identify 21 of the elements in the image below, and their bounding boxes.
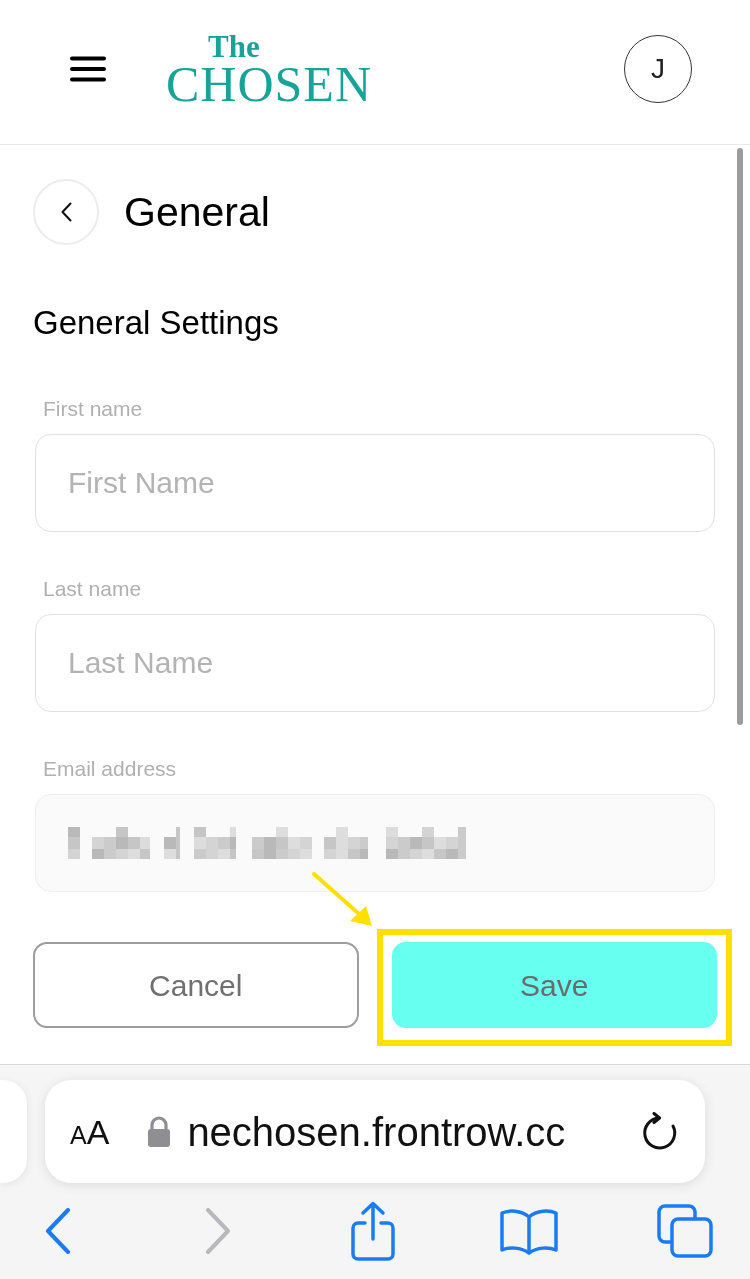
text-size-button[interactable]: AA [70, 1114, 110, 1149]
field-label: Email address [43, 757, 178, 781]
menu-icon[interactable] [70, 56, 106, 82]
section-heading: General Settings [33, 303, 280, 343]
share-icon[interactable] [349, 1201, 397, 1261]
book-icon[interactable] [499, 1207, 559, 1255]
url-text[interactable]: nechosen.frontrow.cc [187, 1107, 566, 1156]
save-button[interactable]: Save [391, 942, 717, 1028]
address-bar[interactable]: AA nechosen.frontrow.cc [45, 1080, 705, 1183]
input-field[interactable]: First Name [35, 434, 715, 532]
field-label: Last name [43, 577, 143, 601]
scrollbar-thumb[interactable] [737, 148, 743, 725]
tabs-icon[interactable] [657, 1204, 713, 1258]
logo-upper-text: The [208, 32, 260, 62]
chevron-left-icon[interactable] [45, 1208, 71, 1254]
chevron-left-icon [60, 202, 72, 222]
page-title: General [124, 188, 270, 236]
logo-title: CHOSEN [166, 62, 373, 106]
cancel-button[interactable]: Cancel [33, 942, 359, 1028]
field-label: First name [43, 397, 144, 421]
input-field[interactable]: Last Name [35, 614, 715, 712]
